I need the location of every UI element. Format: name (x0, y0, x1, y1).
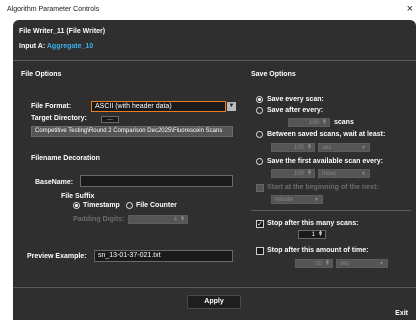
file-format-label: File Format: (31, 103, 72, 110)
between-scans-stepper[interactable]: 100 ▲ ▼ (271, 143, 315, 152)
stop-time-unit: sec (340, 261, 350, 267)
start-beginning-label: Start at the beginning of the next: (267, 184, 379, 191)
basename-input[interactable] (80, 175, 233, 187)
start-beginning-checkbox[interactable] (256, 184, 264, 192)
stop-time-value: 10 (315, 261, 322, 267)
file-format-dropdown-icon[interactable]: ▼ (227, 102, 236, 111)
chevron-down-icon: ▼ (361, 145, 366, 151)
exit-button[interactable]: Exit (395, 310, 408, 317)
algorithm-name: File Writer_11 (File Writer) (19, 28, 106, 35)
stop-time-unit-select[interactable]: sec ▼ (336, 259, 388, 268)
between-scans-label: Between saved scans, wait at least: (267, 131, 386, 138)
stepper-icon[interactable]: ▲ ▼ (321, 118, 328, 126)
footer-divider (13, 287, 416, 288)
title-bar: Algorithm Parameter Controls × (0, 0, 419, 20)
input-name: Aggregate_10 (46, 43, 94, 50)
first-value: 100 (293, 171, 304, 177)
file-counter-radio[interactable] (126, 202, 133, 209)
stop-scans-stepper[interactable]: 1 ▲ ▼ (298, 230, 326, 239)
timestamp-radio[interactable] (73, 202, 80, 209)
first-unit: msec (322, 171, 337, 177)
save-after-unit: scans (334, 119, 354, 126)
header-divider (13, 60, 416, 61)
stop-time-checkbox[interactable] (256, 247, 264, 255)
preview-example-field: sn_13-01-37-021.txt (94, 250, 233, 262)
close-icon[interactable]: × (407, 3, 413, 15)
start-unit: minute (275, 197, 294, 203)
target-directory-label: Target Directory: (31, 115, 87, 122)
first-available-stepper[interactable]: 100 ▲ ▼ (271, 169, 315, 178)
window-title: Algorithm Parameter Controls (7, 6, 100, 13)
apply-button[interactable]: Apply (187, 295, 241, 309)
main-panel: File Writer_11 (File Writer) Input A: Ag… (13, 20, 416, 320)
save-every-scan-radio[interactable] (256, 96, 263, 103)
stop-scans-value: 1 (311, 232, 315, 238)
filename-decoration-title: Filename Decoration (31, 155, 100, 162)
chevron-down-icon: ▼ (361, 171, 366, 177)
padding-digits-stepper[interactable]: 4 ▲ ▼ (128, 215, 188, 224)
file-options-title: File Options (21, 71, 62, 78)
first-available-label: Save the first available scan every: (267, 158, 383, 165)
input-line: Input A: Aggregate_10 (19, 43, 93, 50)
file-suffix-label: File Suffix (61, 193, 95, 200)
save-after-every-radio[interactable] (256, 107, 263, 114)
stepper-icon[interactable]: ▲ ▼ (306, 169, 313, 177)
between-unit: sec (322, 145, 332, 151)
chevron-down-icon: ▼ (314, 197, 319, 203)
file-counter-label: File Counter (136, 202, 177, 209)
between-scans-radio[interactable] (256, 131, 263, 138)
padding-digits-label: Padding Digits: (73, 216, 125, 223)
save-after-every-label: Save after every: (267, 107, 324, 114)
first-unit-select[interactable]: msec ▼ (318, 169, 370, 178)
stepper-icon[interactable]: ▲ ▼ (306, 143, 313, 151)
basename-label: BaseName: (35, 179, 74, 186)
timestamp-label: Timestamp (83, 202, 120, 209)
start-unit-select[interactable]: minute ▼ (271, 195, 323, 204)
stepper-icon[interactable]: ▲ ▼ (324, 259, 331, 267)
between-unit-select[interactable]: sec ▼ (318, 143, 370, 152)
stop-time-label: Stop after this amount of time: (267, 247, 369, 254)
save-options-title: Save Options (251, 71, 296, 78)
save-divider (251, 210, 411, 211)
padding-digits-value: 4 (173, 217, 177, 223)
stop-scans-label: Stop after this many scans: (267, 220, 359, 227)
stop-scans-checkbox[interactable]: ✓ (256, 220, 264, 228)
first-available-radio[interactable] (256, 158, 263, 165)
save-after-every-stepper[interactable]: 100 ▲ ▼ (288, 118, 330, 127)
stepper-icon[interactable]: ▲ ▼ (179, 215, 186, 223)
target-directory-field[interactable]: Competitive Testing\Round 2 Comparison D… (31, 126, 233, 137)
save-after-value: 100 (308, 120, 319, 126)
stop-time-stepper[interactable]: 10 ▲ ▼ (295, 259, 333, 268)
file-format-select[interactable]: ASCII (with header data) (91, 101, 226, 112)
stepper-icon[interactable]: ▲ ▼ (317, 230, 324, 238)
between-value: 100 (293, 145, 304, 151)
browse-button[interactable]: ... (101, 115, 119, 123)
input-prefix: Input A: (19, 43, 47, 50)
preview-example-label: Preview Example: (27, 253, 87, 260)
save-every-scan-label: Save every scan: (267, 96, 324, 103)
chevron-down-icon: ▼ (379, 261, 384, 267)
